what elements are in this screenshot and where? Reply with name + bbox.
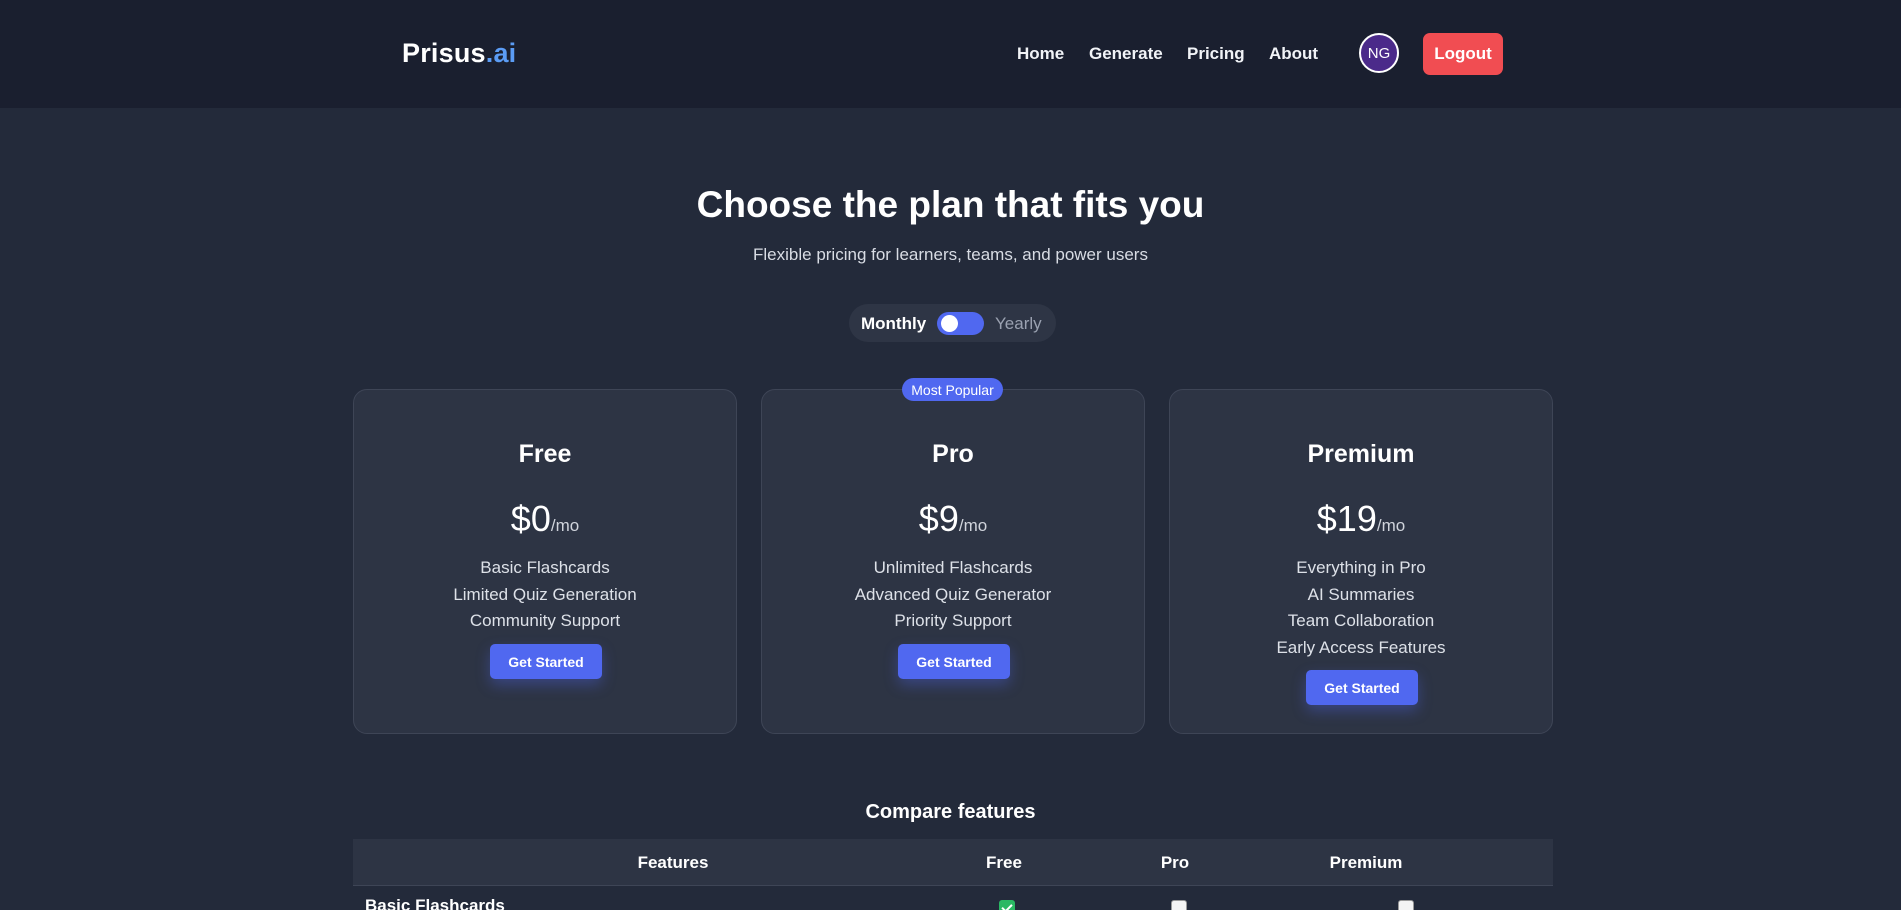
- nav-link-home[interactable]: Home: [1017, 44, 1064, 64]
- checkbox-pro-icon: [1171, 900, 1187, 910]
- billing-yearly-label[interactable]: Yearly: [995, 314, 1042, 334]
- plan-feature: Early Access Features: [1276, 637, 1446, 657]
- plan-features: Basic Flashcards Limited Quiz Generation…: [354, 555, 736, 635]
- get-started-button-free[interactable]: Get Started: [490, 644, 602, 679]
- plan-feature: AI Summaries: [1307, 584, 1415, 604]
- plan-feature: Priority Support: [894, 611, 1012, 630]
- nav-link-pricing[interactable]: Pricing: [1187, 44, 1245, 64]
- logout-button[interactable]: Logout: [1423, 33, 1503, 75]
- plan-card-pro: Pro $9/mo Unlimited Flashcards Advanced …: [761, 389, 1145, 734]
- price-amount: $0: [510, 498, 551, 539]
- checkbox-premium-icon: [1398, 900, 1414, 910]
- plan-features: Unlimited Flashcards Advanced Quiz Gener…: [762, 555, 1144, 635]
- brand-accent: .ai: [485, 38, 517, 68]
- compare-table: Features Free Pro Premium Basic Flashcar…: [353, 839, 1553, 910]
- most-popular-badge: Most Popular: [902, 378, 1003, 401]
- table-row: Basic Flashcards: [353, 886, 1553, 910]
- billing-monthly-label[interactable]: Monthly: [861, 314, 926, 334]
- row-label: Basic Flashcards: [365, 896, 505, 910]
- plan-name: Premium: [1307, 440, 1415, 468]
- plan-feature: Basic Flashcards: [480, 558, 610, 577]
- switch-knob: [941, 315, 958, 332]
- page-title: Choose the plan that fits you: [696, 184, 1205, 225]
- plan-feature: Limited Quiz Generation: [453, 584, 637, 604]
- plan-feature: Team Collaboration: [1287, 611, 1435, 630]
- price-amount: $19: [1316, 498, 1377, 539]
- plan-feature: Community Support: [469, 611, 621, 630]
- plan-card-premium: Premium $19/mo Everything in Pro AI Summ…: [1169, 389, 1553, 734]
- plan-price: $9/mo: [762, 498, 1144, 540]
- price-period: /mo: [958, 516, 988, 535]
- page-subtitle: Flexible pricing for learners, teams, an…: [753, 245, 1148, 264]
- column-header-premium: Premium: [1329, 853, 1403, 872]
- plan-feature: Advanced Quiz Generator: [854, 584, 1052, 604]
- price-amount: $9: [918, 498, 959, 539]
- price-period: /mo: [550, 516, 580, 535]
- avatar[interactable]: NG: [1359, 33, 1399, 73]
- navbar: Prisus.ai Home Generate Pricing About NG…: [0, 0, 1901, 108]
- brand-name: Prisus: [402, 38, 486, 68]
- plan-feature: Unlimited Flashcards: [873, 558, 1033, 577]
- plan-feature: Everything in Pro: [1296, 558, 1426, 577]
- get-started-button-premium[interactable]: Get Started: [1306, 670, 1418, 705]
- compare-features-title: Compare features: [865, 801, 1036, 823]
- plan-name: Pro: [932, 440, 974, 468]
- plan-name: Free: [518, 440, 572, 468]
- column-header-free: Free: [986, 853, 1022, 872]
- nav-link-generate[interactable]: Generate: [1089, 44, 1163, 64]
- plan-price: $19/mo: [1170, 498, 1552, 540]
- brand-logo[interactable]: Prisus.ai: [402, 38, 516, 69]
- column-header-pro: Pro: [1160, 853, 1190, 872]
- table-header: Features Free Pro Premium: [353, 839, 1553, 886]
- nav-link-about[interactable]: About: [1269, 44, 1318, 64]
- plan-card-free: Free $0/mo Basic Flashcards Limited Quiz…: [353, 389, 737, 734]
- price-period: /mo: [1376, 516, 1406, 535]
- column-header-features: Features: [637, 853, 709, 872]
- billing-toggle: Monthly Yearly: [849, 304, 1056, 342]
- plan-price: $0/mo: [354, 498, 736, 540]
- plan-features: Everything in Pro AI Summaries Team Coll…: [1170, 555, 1552, 661]
- billing-switch[interactable]: [937, 312, 984, 335]
- check-free-icon: [999, 900, 1015, 910]
- get-started-button-pro[interactable]: Get Started: [898, 644, 1010, 679]
